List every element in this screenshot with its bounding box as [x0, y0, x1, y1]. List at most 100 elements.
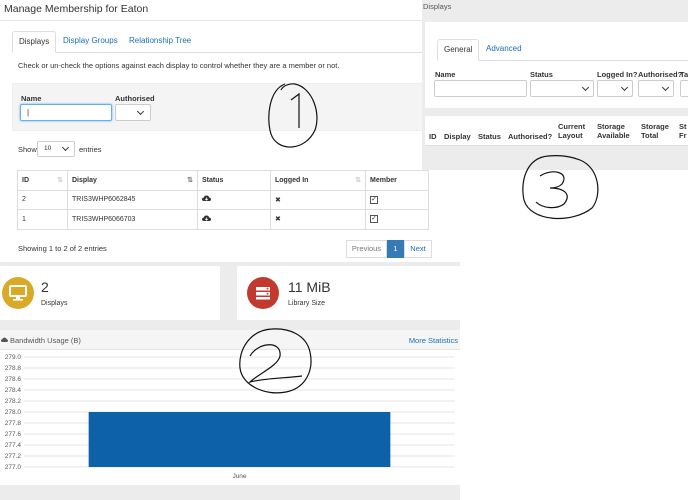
library-stat-label: Library Size	[288, 300, 325, 307]
tags-filter-input[interactable]	[680, 80, 688, 97]
member-checkbox[interactable]: ✓	[370, 215, 378, 224]
column-header-status[interactable]: Status	[478, 132, 501, 141]
bandwidth-bar-chart: 279.0 278.8 278.6 278.4 278.2 278.0 277.8 277.6…	[5, 354, 455, 480]
library-icon-circle	[247, 277, 279, 309]
column-header-id[interactable]: ID	[429, 132, 437, 141]
cell-logged-in: ✖	[270, 209, 366, 230]
previous-page-button[interactable]: Previous	[346, 240, 387, 258]
page-1-button[interactable]: 1	[387, 240, 404, 258]
column-header-logged-in[interactable]: Logged In ⇅	[270, 170, 366, 191]
logged-in-filter-label: Logged In?	[597, 70, 638, 79]
y-tick-label: 278.4	[5, 387, 22, 394]
column-header-status[interactable]: Status	[197, 170, 271, 191]
cell-member: ✓	[365, 209, 429, 230]
authorised-filter-label: Authorised?	[638, 70, 683, 79]
y-tick-label: 277.8	[5, 420, 22, 427]
y-tick-label: 278.0	[5, 409, 22, 416]
member-checkbox[interactable]: ✓	[370, 195, 378, 204]
cell-display: TRIS3WHP6062845	[67, 189, 198, 210]
table-row: 1 TRIS3WHP6066703 ✖ ✓	[17, 209, 429, 230]
y-tick-label: 279.0	[5, 354, 22, 361]
cell-member: ✓	[365, 189, 429, 210]
show-label: Show	[18, 145, 37, 154]
authorised-filter-select[interactable]	[115, 104, 151, 121]
authorised-filter-label: Authorised	[115, 94, 155, 103]
column-header-storage-available[interactable]: Storage Available	[597, 122, 633, 140]
logged-in-filter-select[interactable]	[597, 80, 633, 97]
displays-count: 2	[41, 279, 49, 295]
cell-logged-in: ✖	[270, 189, 366, 210]
column-header-current-layout[interactable]: Current Layout	[558, 122, 590, 140]
column-header-display[interactable]: Display ⇅	[67, 170, 198, 191]
sort-icon: ⇅	[57, 177, 63, 184]
entries-label: entries	[79, 145, 102, 154]
status-filter-label: Status	[530, 70, 553, 79]
page-length-control: Show	[18, 145, 37, 154]
table-row: 2 TRIS3WHP6062845 ✖ ✓	[17, 189, 429, 210]
page-length-select[interactable]: 10	[37, 141, 75, 157]
status-filter-select[interactable]	[530, 80, 594, 97]
bandwidth-chart-title: Bandwidth Usage (B)	[10, 336, 81, 345]
chevron-down-icon	[620, 83, 629, 92]
y-tick-label: 277.6	[5, 431, 22, 438]
tags-filter-label: Ta	[680, 70, 688, 79]
name-filter-label: Name	[435, 70, 456, 79]
cloud-icon	[1, 337, 8, 342]
x-tick-label: June	[232, 473, 246, 480]
sort-desc-icon: ⇅	[187, 177, 193, 184]
column-header-authorised[interactable]: Authorised?	[508, 132, 552, 141]
cell-status	[197, 209, 271, 230]
divider	[0, 20, 430, 21]
chevron-down-icon	[136, 107, 145, 116]
column-header-storage-free[interactable]: St Fr	[679, 122, 688, 140]
displays-panel-title: Displays	[423, 2, 452, 11]
paging-info: Showing 1 to 2 of 2 entries	[18, 244, 107, 253]
displays-stat-card[interactable]: 2 Displays	[0, 266, 220, 320]
name-filter-input[interactable]	[434, 80, 527, 97]
sort-icon: ⇅	[355, 177, 361, 184]
dialog-title: Manage Membership for Eaton	[4, 3, 149, 15]
column-header-member[interactable]: Member	[365, 170, 429, 191]
tab-displays[interactable]: Displays	[12, 31, 57, 53]
cell-display: TRIS3WHP6066703	[67, 209, 198, 230]
tab-display-groups[interactable]: Display Groups	[57, 31, 124, 53]
tab-relationship-tree[interactable]: Relationship Tree	[123, 31, 197, 53]
chevron-down-icon	[581, 83, 590, 92]
library-size-value: 11 MiB	[288, 279, 331, 295]
column-header-storage-total[interactable]: Storage Total	[641, 122, 673, 140]
monitor-icon	[9, 285, 27, 301]
displays-filter-tabs: General Advanced	[437, 39, 688, 61]
y-tick-label: 277.0	[5, 464, 22, 471]
y-tick-label: 278.2	[5, 398, 22, 405]
displays-icon-circle	[2, 277, 34, 309]
name-filter-label: Name	[21, 94, 42, 103]
page-length-value: 10	[44, 145, 52, 152]
cloud-download-icon	[202, 215, 211, 221]
cell-id: 2	[17, 189, 68, 210]
column-header-display[interactable]: Display	[444, 132, 471, 141]
tab-general[interactable]: General	[437, 39, 480, 61]
scribble-annotation-2	[239, 328, 312, 394]
membership-tabs: Displays Display Groups Relationship Tre…	[12, 31, 430, 53]
y-tick-label: 278.8	[5, 365, 22, 372]
y-tick-label: 278.6	[5, 376, 22, 383]
server-icon	[256, 287, 270, 300]
library-stat-card[interactable]: 11 MiB Library Size	[237, 266, 460, 320]
cell-status	[197, 189, 271, 210]
more-statistics-link[interactable]: More Statistics	[409, 336, 458, 345]
displays-membership-table: ID ⇅ Display ⇅ Status Logged In ⇅ Member 2 …	[17, 170, 429, 230]
tab-advanced[interactable]: Advanced	[480, 39, 528, 61]
name-filter-input[interactable]: |	[20, 104, 112, 121]
chevron-down-icon	[661, 83, 670, 92]
instructions-text: Check or un-check the options against ea…	[18, 61, 340, 70]
bar-june[interactable]	[88, 412, 391, 467]
column-header-id[interactable]: ID ⇅	[17, 170, 68, 191]
cloud-download-icon	[202, 195, 211, 202]
chevron-down-icon	[61, 143, 70, 152]
scribble-annotation-1	[268, 83, 318, 148]
authorised-filter-select[interactable]	[638, 80, 674, 97]
next-page-button[interactable]: Next	[404, 240, 432, 258]
displays-table-header: ID Display Status Authorised? Current La…	[425, 116, 688, 146]
bandwidth-chart-header: Bandwidth Usage (B) More Statistics	[0, 330, 460, 350]
table-header-row: ID ⇅ Display ⇅ Status Logged In ⇅ Member	[17, 170, 429, 191]
